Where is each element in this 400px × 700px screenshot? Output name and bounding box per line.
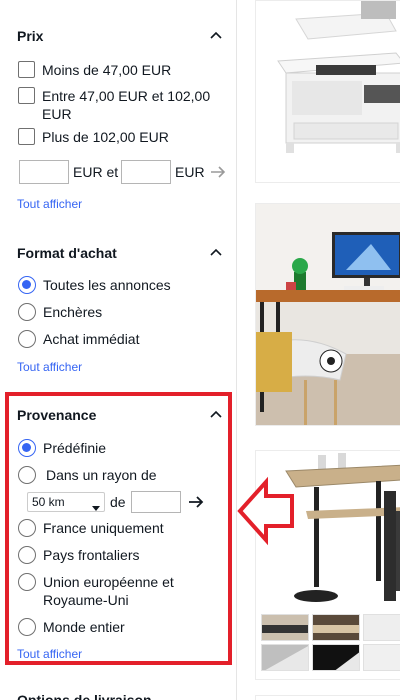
product-image-next[interactable] [255, 695, 400, 700]
thumbnail-1[interactable] [261, 614, 309, 641]
checkbox[interactable] [18, 128, 35, 145]
thumbnail-3[interactable] [363, 614, 400, 641]
thumbnail-4[interactable] [261, 644, 309, 671]
checkbox[interactable] [18, 87, 35, 104]
format-option-all[interactable]: Toutes les annonces [18, 276, 171, 294]
divider [236, 0, 237, 700]
price-max-input[interactable] [121, 160, 171, 184]
option-label: Entre 47,00 EUR et 102,00 EUR [42, 88, 211, 122]
format-option-buy-now[interactable]: Achat immédiat [18, 330, 139, 348]
product-image-desk[interactable] [255, 203, 400, 426]
price-range-sep: EUR et [73, 164, 119, 180]
thumbnail-6[interactable] [363, 644, 400, 671]
radio-selected[interactable] [18, 276, 36, 294]
option-label: Moins de 47,00 EUR [42, 62, 172, 78]
format-show-all-link[interactable]: Tout afficher [17, 360, 82, 374]
price-show-all-link[interactable]: Tout afficher [17, 197, 82, 211]
next-section-title[interactable]: Options de livraison [17, 692, 152, 700]
chevron-up-icon[interactable] [210, 248, 222, 260]
price-currency: EUR [175, 164, 205, 180]
price-section-title[interactable]: Prix [17, 28, 43, 44]
radio[interactable] [18, 330, 36, 348]
checkbox[interactable] [18, 61, 35, 78]
format-section-title[interactable]: Format d'achat [17, 245, 117, 261]
option-label: Plus de 102,00 EUR [42, 129, 169, 145]
price-option-over[interactable]: Plus de 102,00 EUR [18, 128, 169, 146]
option-label: Enchères [43, 304, 103, 320]
filter-sidebar: Prix Moins de 47,00 EUR Entre 47,00 EUR … [0, 0, 236, 700]
product-image-coffee-table[interactable] [255, 0, 400, 183]
price-min-input[interactable] [19, 160, 69, 184]
arrow-right-icon[interactable] [210, 165, 226, 184]
highlight-box [5, 392, 232, 665]
chevron-up-icon[interactable] [210, 31, 222, 43]
radio[interactable] [18, 303, 36, 321]
arrow-left-callout [236, 476, 296, 551]
thumbnail-5[interactable] [312, 644, 360, 671]
price-option-between[interactable]: Entre 47,00 EUR et 102,00 EUR [18, 87, 227, 123]
option-label: Achat immédiat [43, 331, 140, 347]
option-label: Toutes les annonces [43, 277, 171, 293]
thumbnail-2[interactable] [312, 614, 360, 641]
format-option-auction[interactable]: Enchères [18, 303, 102, 321]
price-option-under[interactable]: Moins de 47,00 EUR [18, 61, 171, 79]
